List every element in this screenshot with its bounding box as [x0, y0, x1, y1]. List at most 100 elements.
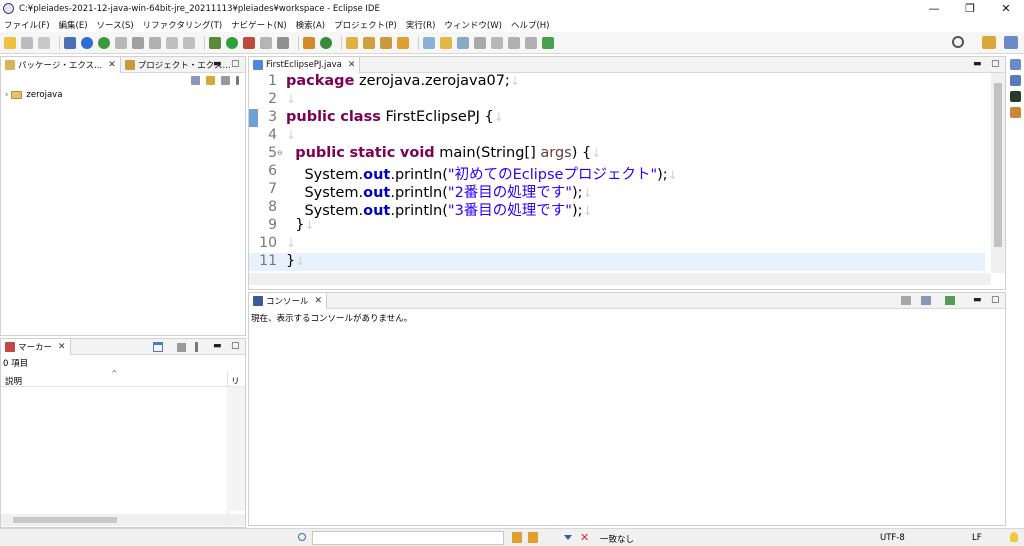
display-console-icon[interactable] [921, 296, 931, 305]
menu-window[interactable]: ウィンドウ(W) [444, 19, 502, 31]
pencil-icon[interactable] [397, 36, 409, 49]
open-task-icon[interactable] [363, 36, 375, 49]
build-icon[interactable] [115, 36, 127, 49]
spring-icon[interactable] [1009, 107, 1021, 118]
markers-horizontal-scrollbar[interactable] [1, 514, 245, 526]
run-external-tools-icon[interactable] [243, 36, 255, 49]
quick-find-input[interactable] [312, 531, 504, 545]
menu-file[interactable]: ファイル(F) [4, 19, 50, 31]
java-perspective-icon[interactable] [982, 36, 996, 49]
outline-icon[interactable] [1009, 59, 1021, 70]
new-file-icon[interactable] [4, 36, 16, 49]
line-number: 4 [268, 127, 277, 143]
open-console-icon[interactable] [945, 296, 955, 305]
menu-help[interactable]: ヘルプ(H) [511, 19, 550, 31]
pin-console-icon[interactable] [901, 296, 911, 305]
close-search-icon[interactable]: ✕ [580, 531, 589, 544]
close-icon[interactable]: ✕ [348, 60, 356, 70]
open-type-icon[interactable] [346, 36, 358, 49]
terminal-icon[interactable] [64, 36, 76, 49]
minimize-button[interactable]: — [916, 0, 952, 17]
maximize-view-icon[interactable]: ▢ [991, 59, 1000, 69]
ant-icon[interactable] [1009, 91, 1021, 102]
save-icon[interactable] [21, 36, 33, 49]
maximize-button[interactable]: ❐ [952, 0, 988, 17]
task-list-icon[interactable] [1009, 75, 1021, 86]
next-annotation-icon[interactable] [440, 36, 452, 49]
menu-search[interactable]: 検索(A) [296, 19, 325, 31]
tab-markers[interactable]: マーカー ✕ [1, 338, 71, 355]
menu-source[interactable]: ソース(S) [97, 19, 134, 31]
code-area[interactable]: 1 package zerojava.zerojava07;↓ 2 ↓ 3 pu… [249, 73, 985, 273]
tab-console[interactable]: コンソール ✕ [249, 292, 328, 309]
menu-refactor[interactable]: リファクタリング(T) [143, 19, 223, 31]
back-icon[interactable] [508, 36, 520, 49]
terminate-icon[interactable] [183, 36, 195, 49]
chevron-down-icon[interactable] [564, 535, 572, 540]
stop-icon[interactable] [260, 36, 272, 49]
new-package-icon[interactable] [303, 36, 315, 49]
view-menu-icon[interactable] [195, 342, 198, 352]
open-perspective-icon[interactable] [542, 36, 554, 49]
maximize-view-icon[interactable]: ▢ [231, 59, 240, 69]
line-ending-status[interactable]: LF [972, 533, 982, 543]
save-all-icon[interactable] [38, 36, 50, 49]
right-trim-bar [1006, 56, 1024, 156]
previous-annotation-icon[interactable] [457, 36, 469, 49]
encoding-status[interactable]: UTF-8 [880, 533, 905, 543]
minimize-view-icon[interactable]: ▬ [973, 59, 982, 69]
pin-icon[interactable] [474, 36, 486, 49]
minimize-view-icon[interactable]: ▬ [213, 59, 222, 69]
column-description[interactable]: 説明 [5, 375, 22, 387]
maximize-view-icon[interactable]: ▢ [991, 295, 1000, 305]
find-previous-icon[interactable] [528, 532, 538, 543]
tab-first-eclipse-pj[interactable]: FirstEclipsePJ.java ✕ [249, 56, 361, 73]
coverage-icon[interactable] [98, 36, 110, 49]
last-edit-icon[interactable] [491, 36, 503, 49]
maximize-view-icon[interactable]: ▢ [231, 341, 240, 351]
minimize-view-icon[interactable]: ▬ [213, 341, 222, 351]
editor-vertical-scrollbar[interactable] [991, 73, 1005, 273]
link-with-editor-icon[interactable] [206, 76, 215, 85]
menu-run[interactable]: 実行(R) [406, 19, 436, 31]
package-explorer-panel: パッケージ・エクス... ✕ プロジェクト・エクス... ▬ ▢ › zeroj… [0, 56, 246, 336]
menu-edit[interactable]: 編集(E) [59, 19, 88, 31]
toggle-breakpoint-icon[interactable] [149, 36, 161, 49]
collapse-all-icon[interactable] [191, 76, 200, 85]
view-menu-icon[interactable] [236, 76, 239, 85]
menu-project[interactable]: プロジェクト(P) [334, 19, 397, 31]
minimize-view-icon[interactable]: ▬ [973, 295, 982, 305]
lightbulb-icon[interactable] [1010, 532, 1018, 542]
markers-panel: マーカー ✕ ▬ ▢ 0 項目 説明 ^ リソ- [0, 338, 246, 528]
find-next-icon[interactable] [512, 532, 522, 543]
code-text: ↓ [286, 128, 297, 142]
step-icon[interactable] [166, 36, 178, 49]
tree-item-zerojava[interactable]: › zerojava [5, 90, 62, 100]
menu-navigate[interactable]: ナビゲート(N) [231, 19, 287, 31]
forward-icon[interactable] [525, 36, 537, 49]
skip-breakpoints-icon[interactable] [132, 36, 144, 49]
server-icon[interactable] [277, 36, 289, 49]
focus-icon[interactable] [221, 76, 230, 85]
filter-icon[interactable] [153, 342, 163, 352]
search-icon[interactable] [952, 36, 964, 48]
focus-icon[interactable] [177, 343, 186, 352]
debug-bug-icon[interactable] [209, 36, 221, 49]
new-class-icon[interactable] [320, 36, 332, 49]
toggle-mark-icon[interactable] [423, 36, 435, 49]
search-folder-icon[interactable] [380, 36, 392, 49]
fold-toggle-icon[interactable]: ⊖ [277, 149, 283, 157]
editor-horizontal-scrollbar[interactable] [249, 273, 991, 285]
editor-scroll-thumb[interactable] [994, 83, 1002, 247]
close-window-button[interactable]: ✕ [988, 0, 1024, 17]
tab-package-explorer[interactable]: パッケージ・エクス... ✕ [1, 56, 121, 73]
debug-perspective-icon[interactable] [81, 36, 93, 49]
editor-tab-label: FirstEclipsePJ.java [266, 59, 342, 70]
close-icon[interactable]: ✕ [108, 60, 116, 70]
toolbar-separator [298, 35, 299, 50]
run-icon[interactable] [226, 36, 238, 49]
chevron-right-icon[interactable]: › [5, 90, 8, 100]
close-icon[interactable]: ✕ [315, 296, 323, 306]
close-icon[interactable]: ✕ [58, 342, 66, 352]
debug-perspective-button-icon[interactable] [1004, 36, 1018, 49]
